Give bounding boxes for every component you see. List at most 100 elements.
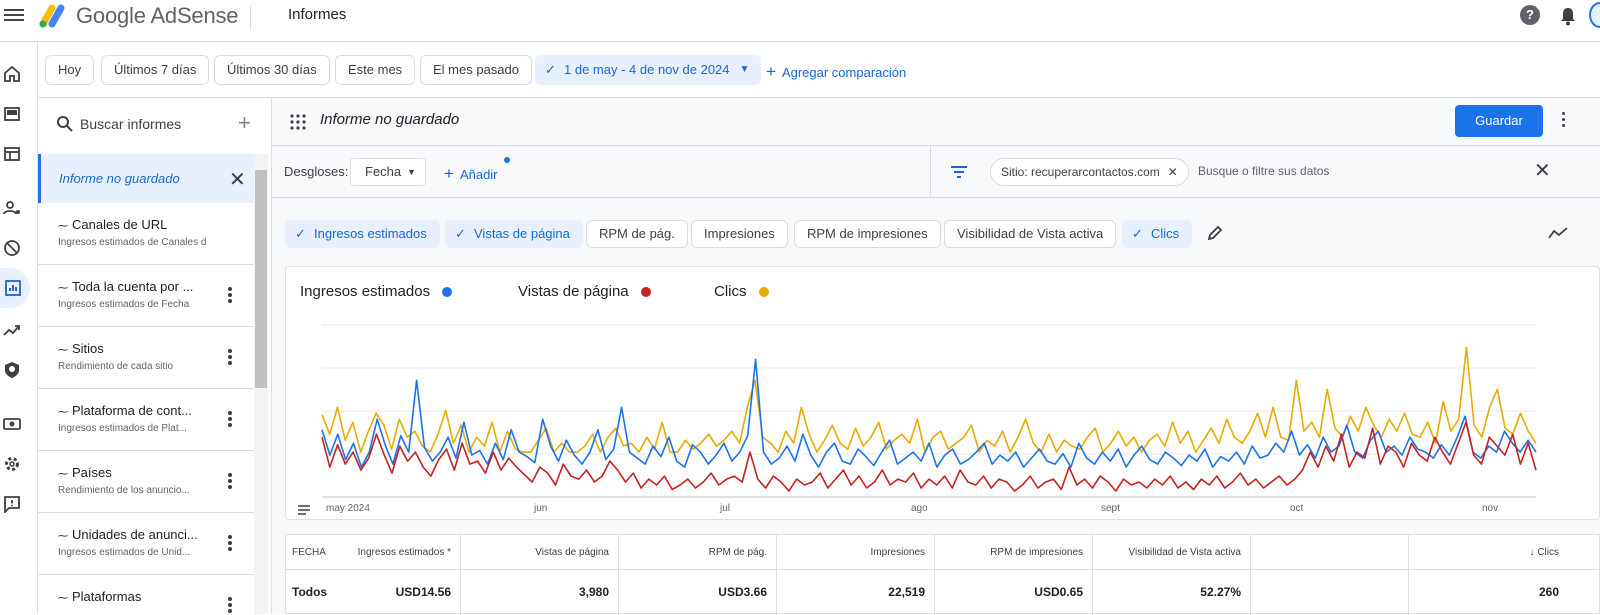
column-header[interactable]: RPM de impresiones [990, 547, 1083, 558]
column-header[interactable]: Impresiones [871, 547, 925, 558]
metric-chip-impresiones[interactable]: Impresiones [691, 220, 788, 248]
column-header[interactable]: RPM de pág. [709, 547, 767, 558]
date-chip-mes-pasado[interactable]: El mes pasado [420, 55, 532, 85]
table-cell: 22,519 [888, 585, 925, 599]
avatar[interactable] [1589, 2, 1600, 28]
apps-grid-icon[interactable] [290, 114, 306, 130]
table-toggle-icon[interactable] [298, 505, 310, 515]
more-options-icon[interactable] [228, 287, 232, 303]
line-chart[interactable] [286, 317, 1600, 501]
header-divider [250, 6, 251, 30]
site-filter-label: Sitio: recuperarcontactos.com [1001, 165, 1160, 179]
more-options-icon[interactable] [228, 349, 232, 365]
scrollbar-thumb[interactable] [255, 170, 267, 388]
close-icon[interactable]: ✕ [1534, 158, 1551, 183]
more-options-icon[interactable] [228, 535, 232, 551]
more-options-icon[interactable] [1562, 112, 1565, 130]
help-icon[interactable]: ? [1520, 5, 1540, 25]
date-range-selector[interactable]: ✓ 1 de may - 4 de nov de 2024 ▼ [535, 55, 761, 85]
filter-icon[interactable] [950, 165, 968, 179]
chart-type-icon[interactable] [1548, 226, 1568, 240]
report-item-title: ⁓ Plataformas [58, 589, 208, 604]
sites-icon[interactable] [0, 142, 24, 166]
date-chip-ultimos-7[interactable]: Últimos 7 días [101, 55, 210, 85]
table-cell: USD0.65 [1034, 585, 1083, 599]
x-axis-tick-label: jul [720, 503, 731, 514]
date-chip-este-mes[interactable]: Este mes [335, 55, 416, 85]
legend-label: Vistas de página [518, 283, 629, 300]
site-filter-chip[interactable]: Sitio: recuperarcontactos.com ✕ [990, 158, 1189, 186]
metric-chip-rpm-impresiones[interactable]: RPM de impresiones [794, 220, 941, 248]
add-comparison-button[interactable]: + Agregar comparación [766, 62, 906, 82]
column-header[interactable]: Vistas de página [535, 547, 609, 558]
check-icon: ✓ [1132, 226, 1143, 241]
more-options-icon[interactable] [228, 597, 232, 613]
trend-icon: ⁓ [58, 469, 68, 480]
report-item-title-text: Plataforma de cont... [72, 403, 192, 418]
report-item[interactable]: ⁓ Plataformas [38, 575, 254, 614]
table-header-divider [286, 569, 1600, 570]
report-main: Informe no guardado Guardar Desgloses: F… [272, 98, 1600, 615]
settings-icon[interactable] [0, 452, 24, 476]
column-header-label: Clics [1537, 547, 1559, 558]
column-divider [1250, 535, 1251, 615]
reports-icon[interactable] [0, 268, 30, 308]
ads-icon[interactable] [0, 102, 24, 126]
column-header[interactable]: Visibilidad de Vista activa [1129, 547, 1241, 558]
close-icon[interactable]: ✕ [229, 167, 246, 192]
edit-icon[interactable] [1206, 224, 1224, 242]
table-cell: 52.27% [1200, 585, 1241, 599]
feedback-icon[interactable] [0, 492, 24, 516]
optimization-icon[interactable] [0, 318, 24, 342]
scrollbar[interactable] [254, 154, 268, 614]
more-options-icon[interactable] [228, 411, 232, 427]
selected-report[interactable]: Informe no guardado ✕ [38, 154, 254, 203]
x-axis-tick-label: oct [1290, 503, 1304, 514]
column-header[interactable]: FECHA [292, 547, 326, 558]
home-icon[interactable] [0, 62, 24, 86]
column-divider [1092, 535, 1093, 615]
save-button[interactable]: Guardar [1455, 105, 1543, 137]
metric-chip-visibilidad[interactable]: Visibilidad de Vista activa [944, 220, 1117, 248]
metric-chip-vistas[interactable]: ✓ Vistas de página [445, 220, 583, 248]
series-line-ingresos-estimados[interactable] [321, 358, 1537, 468]
report-item[interactable]: ⁓ Unidades de anunci... Ingresos estimado… [38, 513, 254, 575]
chart-card: Ingresos estimados Vistas de página Clic… [285, 266, 1600, 520]
breakdown-select[interactable]: Fecha ▼ [350, 158, 426, 186]
trend-icon: ⁓ [58, 593, 68, 604]
new-report-icon[interactable]: + [238, 110, 251, 136]
column-header[interactable]: Ingresos estimados * [358, 547, 451, 558]
metric-chip-clics[interactable]: ✓ Clics [1122, 220, 1193, 248]
report-item[interactable]: ⁓ Plataforma de cont... Ingresos estimado… [38, 389, 254, 451]
blocking-controls-icon[interactable] [0, 236, 24, 260]
report-item-title-text: Países [72, 465, 112, 480]
more-options-icon[interactable] [228, 473, 232, 489]
report-title[interactable]: Informe no guardado [320, 111, 459, 128]
breakdown-filter-row: Desgloses: Fecha ▼ + Añadir Sitio: recupe… [272, 146, 1600, 198]
column-divider [618, 535, 619, 615]
filter-search-input[interactable]: Busque o filtre sus datos [1198, 164, 1329, 178]
report-item-title-text: Unidades de anunci... [72, 527, 198, 542]
series-line-clics[interactable] [321, 346, 1537, 453]
report-item[interactable]: ⁓ Canales de URL Ingresos estimados de Ca… [38, 203, 254, 265]
remove-filter-icon[interactable]: ✕ [1168, 159, 1178, 185]
report-item[interactable]: ⁓ Sitios Rendimiento de cada sitio [38, 327, 254, 389]
report-search[interactable]: Buscar informes + [38, 98, 271, 154]
metric-chip-rpm-pag[interactable]: RPM de pág. [586, 220, 688, 248]
date-chip-ultimos-30[interactable]: Últimos 30 días [214, 55, 330, 85]
add-breakdown-button[interactable]: + Añadir [444, 157, 510, 184]
table-cell: USD14.56 [395, 585, 451, 599]
notifications-icon[interactable] [1558, 5, 1578, 27]
column-divider [1408, 535, 1409, 615]
metric-chip-ingresos[interactable]: ✓ Ingresos estimados [285, 220, 440, 248]
policy-center-icon[interactable] [0, 358, 24, 382]
payments-icon[interactable] [0, 412, 24, 436]
privacy-messaging-icon[interactable] [0, 196, 24, 220]
report-item[interactable]: ⁓ Toda la cuenta por ... Ingresos estimad… [38, 265, 254, 327]
report-item[interactable]: ⁓ Países Rendimiento de los anuncio... [38, 451, 254, 513]
column-header-sorted[interactable]: ↓ Clics [1530, 547, 1559, 558]
report-header: Informe no guardado Guardar [272, 98, 1600, 146]
report-item-title-text: Plataformas [72, 589, 142, 604]
date-chip-hoy[interactable]: Hoy [45, 55, 95, 85]
menu-icon[interactable] [4, 6, 24, 26]
